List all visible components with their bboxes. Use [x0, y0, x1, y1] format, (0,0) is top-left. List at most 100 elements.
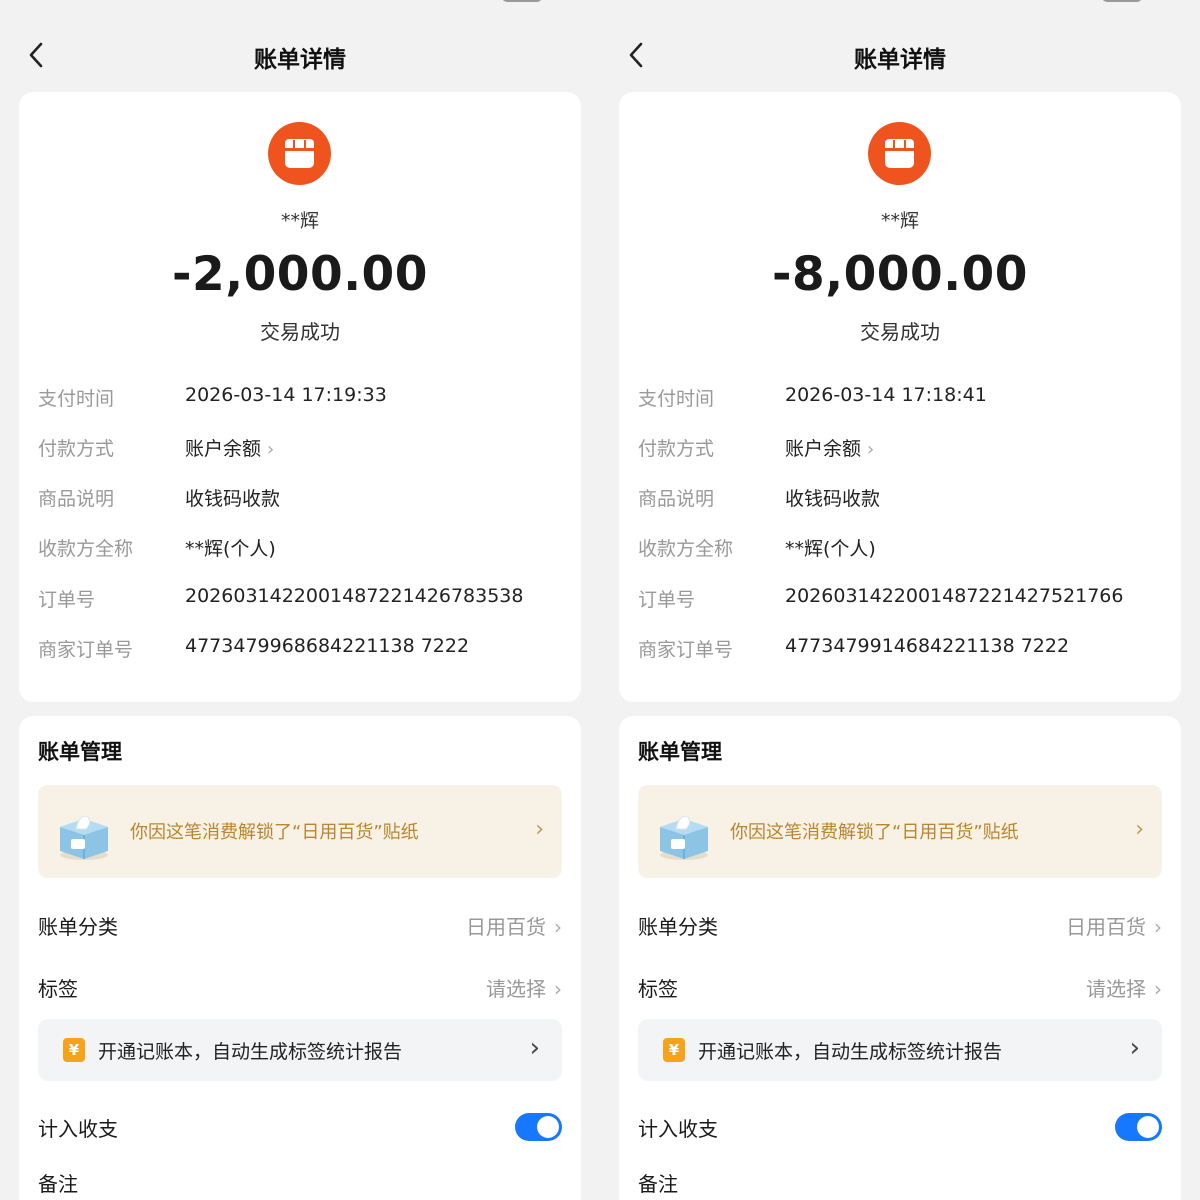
info-value: 2026-03-14 17:18:41 [785, 384, 987, 406]
info-label: 商品说明 [38, 488, 115, 510]
nav-bar: 账单详情 [600, 30, 1200, 80]
info-value: 4773479914684221138 7222 [785, 635, 1070, 657]
page-title: 账单详情 [854, 47, 946, 73]
page-title: 账单详情 [254, 47, 346, 73]
battery-icon [1102, 0, 1142, 2]
info-label: 订单号 [38, 589, 96, 611]
sticker-unlock-text: 你因这笔消费解锁了“日用百货”贴纸 [730, 822, 1019, 843]
info-row-pay-time: 支付时间 2026-03-14 17:19:33 [38, 384, 568, 414]
info-row-payee-fullname: 收款方全称 **辉(个人) [38, 534, 568, 564]
tag-label: 标签 [638, 977, 678, 1001]
tissue-box-sticker-icon [660, 815, 708, 860]
info-value: 2026-03-14 17:19:33 [185, 384, 387, 406]
section-title: 账单管理 [38, 740, 122, 764]
info-value-link[interactable]: 账户余额 › [785, 434, 874, 461]
info-row-payment-method[interactable]: 付款方式 账户余额 › [638, 434, 1168, 464]
sticker-unlock-banner[interactable]: 你因这笔消费解锁了“日用百货”贴纸 › [38, 785, 562, 878]
info-row-merchant-order-no: 商家订单号 4773479914684221138 7222 [638, 635, 1168, 665]
toggle-knob [1137, 1116, 1159, 1138]
info-row-payment-method[interactable]: 付款方式 账户余额 › [38, 434, 568, 464]
yen-icon: ¥ [663, 1038, 685, 1062]
tag-row[interactable]: 标签 请选择 › [638, 973, 1162, 1005]
info-row-merchant-order-no: 商家订单号 4773479968684221138 7222 [38, 635, 568, 665]
bill-detail-screen-2: 账单详情 **辉 -8,000.00 交易成功 支付时间 2026-03-14 … [600, 0, 1200, 1200]
info-value: 收钱码收款 [185, 488, 281, 510]
count-in-balance-row: 计入收支 [638, 1113, 1162, 1145]
info-value: 4773479968684221138 7222 [185, 635, 470, 657]
info-value: 2026031422001487221427521766 [785, 585, 1124, 607]
status-bar [0, 0, 600, 6]
tag-row[interactable]: 标签 请选择 › [38, 973, 562, 1005]
info-label: 支付时间 [638, 388, 715, 410]
info-label: 商家订单号 [38, 639, 134, 661]
bill-manage-card: 账单管理 你因这笔消费解锁了“日用百货”贴纸 › 账单分类 日用百货 › 标签 请… [19, 716, 581, 1200]
info-row-payee-fullname: 收款方全称 **辉(个人) [638, 534, 1168, 564]
payee-name: **辉 [280, 210, 319, 232]
status-bar [600, 0, 1200, 6]
chevron-right-icon: › [554, 915, 562, 939]
chevron-right-icon: › [529, 1033, 540, 1063]
tissue-box-sticker-icon [60, 815, 108, 860]
tag-value-text: 请选择 [486, 977, 546, 1001]
info-label: 付款方式 [38, 438, 115, 460]
chevron-right-icon: › [535, 817, 544, 842]
count-in-balance-toggle[interactable] [515, 1113, 562, 1141]
transaction-status: 交易成功 [260, 320, 340, 344]
chevron-right-icon: › [867, 439, 875, 460]
note-label: 备注 [38, 1172, 78, 1196]
info-row-pay-time: 支付时间 2026-03-14 17:18:41 [638, 384, 1168, 414]
bill-manage-card: 账单管理 你因这笔消费解锁了“日用百货”贴纸 › 账单分类 日用百货 › 标签 请… [619, 716, 1181, 1200]
count-in-balance-toggle[interactable] [1115, 1113, 1162, 1141]
count-in-balance-label: 计入收支 [38, 1117, 118, 1141]
category-value-text: 日用百货 [1066, 915, 1146, 939]
info-value: 收钱码收款 [785, 488, 881, 510]
category-label: 账单分类 [38, 915, 118, 939]
info-row-item-desc: 商品说明 收钱码收款 [638, 484, 1168, 514]
ledger-promo-banner[interactable]: ¥ 开通记账本，自动生成标签统计报告 › [638, 1019, 1162, 1081]
chevron-right-icon: › [1154, 915, 1162, 939]
info-label: 商家订单号 [638, 639, 734, 661]
yen-icon: ¥ [63, 1038, 85, 1062]
count-in-balance-label: 计入收支 [638, 1117, 718, 1141]
toggle-knob [537, 1116, 559, 1138]
info-label: 支付时间 [38, 388, 115, 410]
store-icon [268, 122, 331, 185]
bill-detail-card: **辉 -2,000.00 交易成功 支付时间 2026-03-14 17:19… [19, 92, 581, 702]
info-label: 收款方全称 [638, 538, 734, 560]
amount: -8,000.00 [772, 247, 1028, 302]
bill-detail-card: **辉 -8,000.00 交易成功 支付时间 2026-03-14 17:18… [619, 92, 1181, 702]
info-row-order-no: 订单号 2026031422001487221427521766 [638, 585, 1168, 615]
section-title: 账单管理 [638, 740, 722, 764]
info-row-item-desc: 商品说明 收钱码收款 [38, 484, 568, 514]
note-row[interactable]: 备注 [638, 1168, 1162, 1200]
payment-method-value: 账户余额 [185, 438, 262, 460]
info-label: 付款方式 [638, 438, 715, 460]
note-row[interactable]: 备注 [38, 1168, 562, 1200]
battery-icon [502, 0, 542, 2]
chevron-right-icon: › [554, 977, 562, 1001]
bill-category-row[interactable]: 账单分类 日用百货 › [638, 911, 1162, 943]
sticker-unlock-text: 你因这笔消费解锁了“日用百货”贴纸 [130, 822, 419, 843]
tag-value: 请选择 › [1086, 973, 1162, 1002]
ledger-promo-text: 开通记账本，自动生成标签统计报告 [98, 1041, 403, 1063]
chevron-right-icon: › [1154, 977, 1162, 1001]
payee-name: **辉 [880, 210, 919, 232]
category-value: 日用百货 › [466, 911, 562, 940]
store-icon [868, 122, 931, 185]
ledger-promo-text: 开通记账本，自动生成标签统计报告 [698, 1041, 1003, 1063]
bill-detail-screen-1: 账单详情 **辉 -2,000.00 交易成功 支付时间 2026-03-14 … [0, 0, 600, 1200]
chevron-right-icon: › [1135, 817, 1144, 842]
nav-bar: 账单详情 [0, 30, 600, 80]
info-label: 商品说明 [638, 488, 715, 510]
info-value: **辉(个人) [185, 538, 276, 560]
chevron-right-icon: › [1129, 1033, 1140, 1063]
sticker-unlock-banner[interactable]: 你因这笔消费解锁了“日用百货”贴纸 › [638, 785, 1162, 878]
ledger-promo-banner[interactable]: ¥ 开通记账本，自动生成标签统计报告 › [38, 1019, 562, 1081]
info-value: **辉(个人) [785, 538, 876, 560]
bill-category-row[interactable]: 账单分类 日用百货 › [38, 911, 562, 943]
category-value: 日用百货 › [1066, 911, 1162, 940]
note-label: 备注 [638, 1172, 678, 1196]
info-label: 订单号 [638, 589, 696, 611]
tag-value-text: 请选择 [1086, 977, 1146, 1001]
info-value-link[interactable]: 账户余额 › [185, 434, 274, 461]
